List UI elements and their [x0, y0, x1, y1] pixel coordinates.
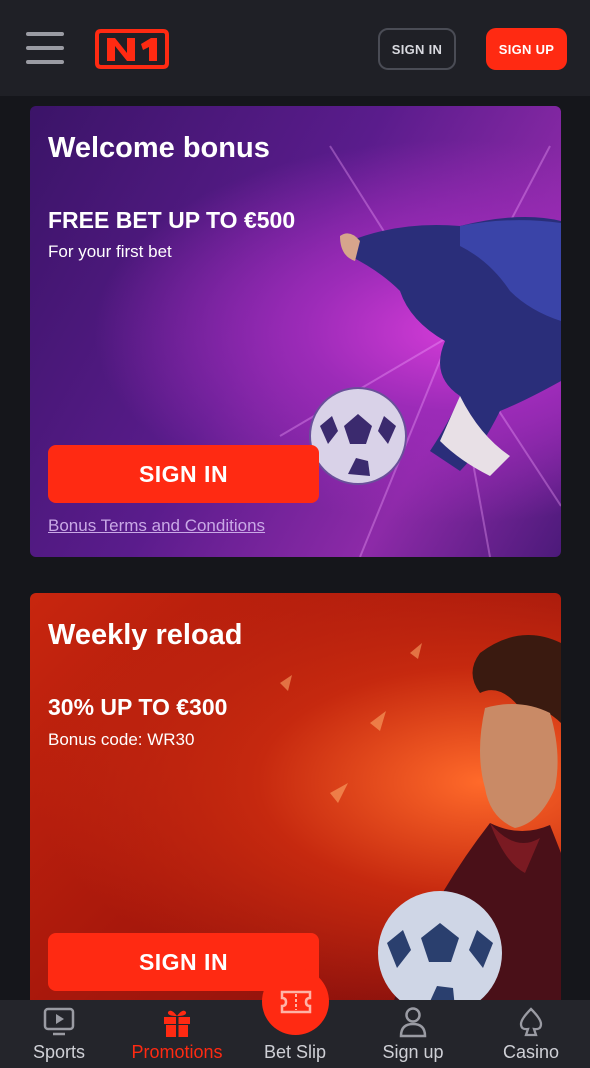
football-player-illustration: [340, 217, 561, 476]
promo-title: Welcome bonus: [48, 132, 270, 164]
nav-item-sign-up[interactable]: Sign up: [363, 1000, 463, 1068]
football-ball-illustration: [309, 387, 407, 485]
hamburger-menu-icon[interactable]: [26, 32, 64, 64]
nav-label: Sports: [32, 1042, 86, 1062]
promo-description: Bonus code: WR30: [48, 730, 195, 749]
nav-label: Promotions: [131, 1042, 223, 1062]
weekly-reload-card: Weekly reload 30% UP TO €300 Bonus code:…: [30, 593, 561, 1013]
welcome-bonus-card: Welcome bonus FREE BET UP TO €500 For yo…: [30, 106, 561, 557]
promo-description: For your first bet: [48, 242, 172, 261]
football-player-portrait-illustration: [390, 635, 561, 1013]
football-ball-illustration: [378, 891, 502, 1013]
promo-title: Weekly reload: [48, 619, 243, 651]
user-icon: [399, 1006, 427, 1038]
promo-headline: FREE BET UP TO €500: [48, 207, 296, 233]
promo-headline: 30% UP TO €300: [48, 694, 228, 720]
top-header: SIGN IN SIGN UP: [0, 0, 590, 96]
nav-item-casino[interactable]: Casino: [481, 1000, 581, 1068]
tv-icon: [43, 1006, 75, 1038]
nav-label: Sign up: [382, 1042, 444, 1062]
bet-slip-button[interactable]: [262, 968, 329, 1035]
nav-item-promotions[interactable]: Promotions: [127, 1000, 227, 1068]
ticket-icon: [280, 990, 311, 1013]
nav-label: Bet Slip: [263, 1042, 327, 1062]
n1-logo[interactable]: [95, 29, 169, 69]
gift-icon: [161, 1006, 193, 1038]
promo-sign-in-button[interactable]: SIGN IN: [48, 445, 319, 503]
bonus-terms-link[interactable]: Bonus Terms and Conditions: [48, 516, 265, 536]
header-sign-up-button[interactable]: SIGN UP: [486, 28, 567, 70]
nav-label: Casino: [502, 1042, 560, 1062]
nav-item-sports[interactable]: Sports: [9, 1000, 109, 1068]
spade-icon: [517, 1006, 545, 1038]
header-sign-in-button[interactable]: SIGN IN: [378, 28, 456, 70]
